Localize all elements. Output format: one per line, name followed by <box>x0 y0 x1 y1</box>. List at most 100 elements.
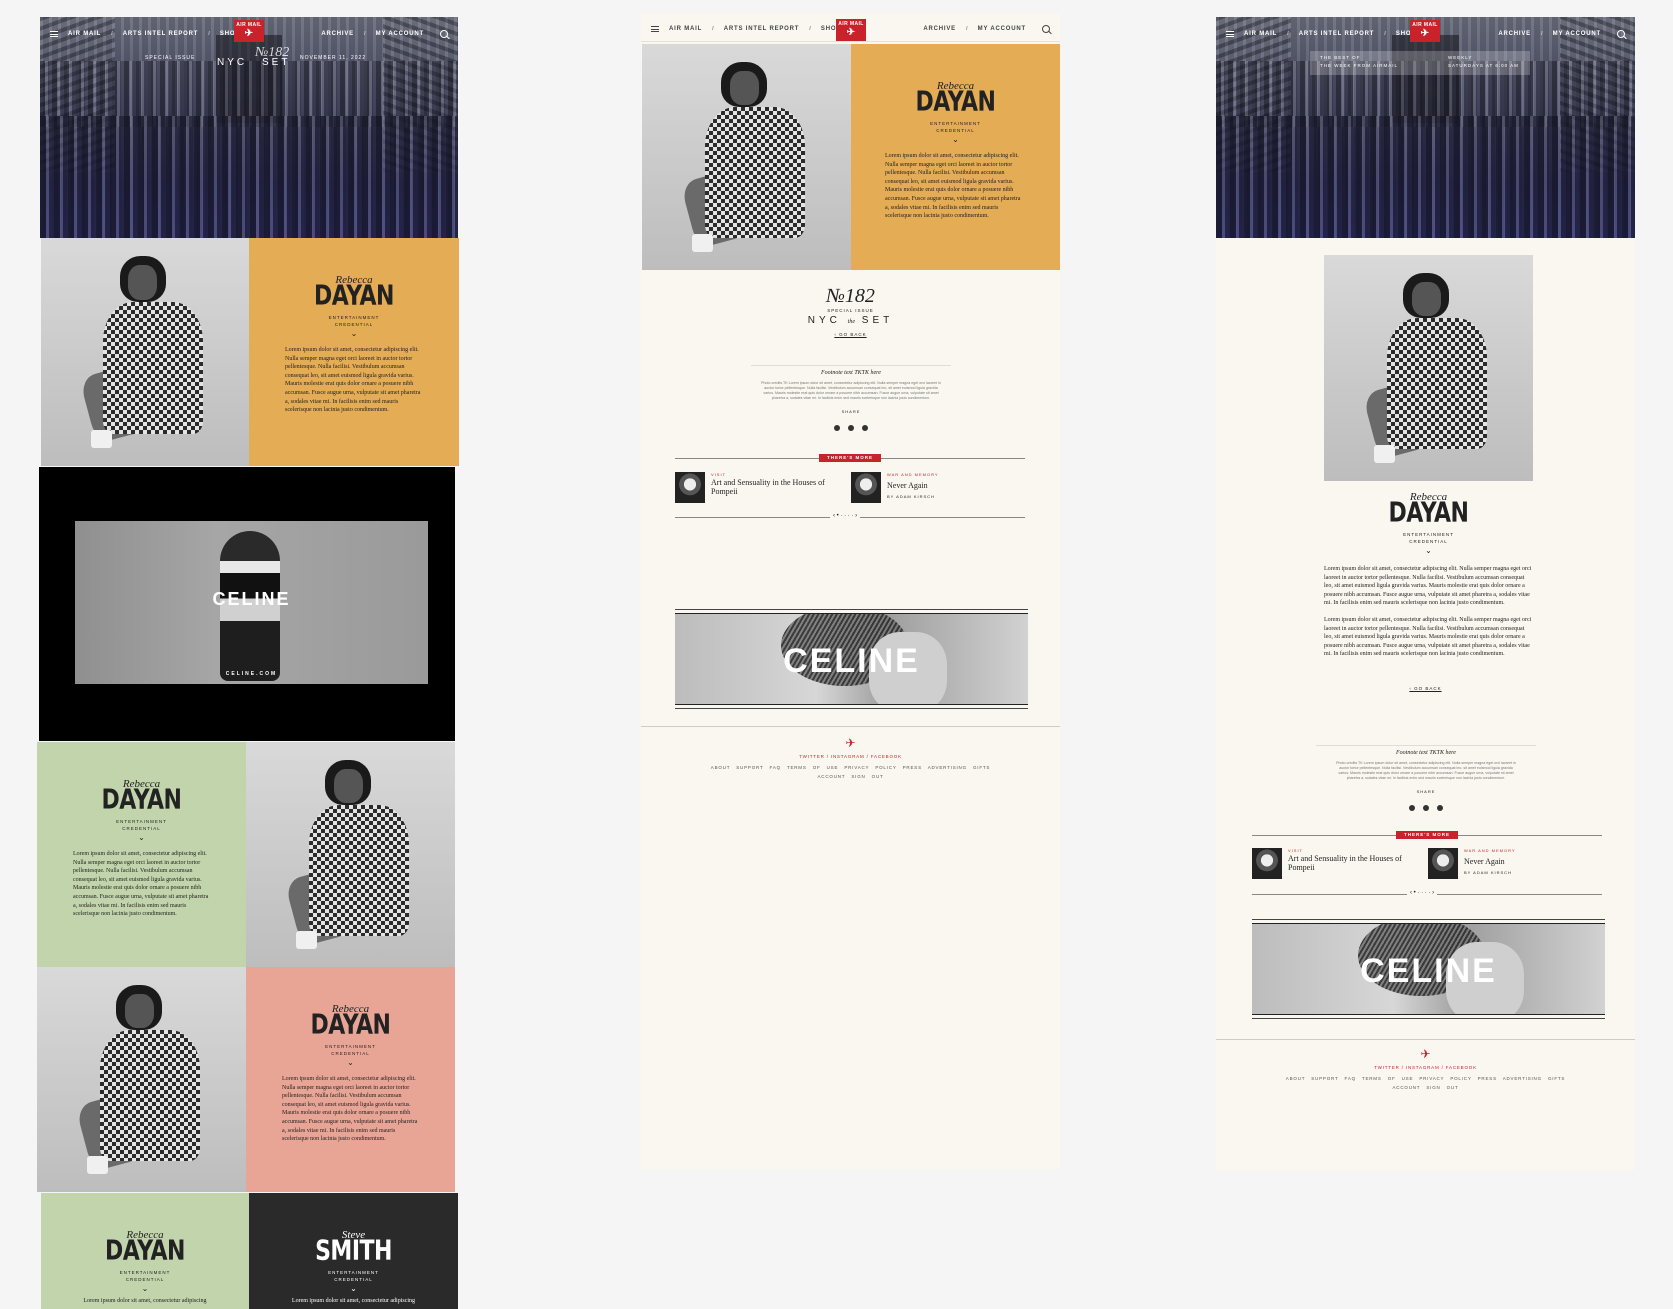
footer-press[interactable]: PRESS <box>903 765 922 770</box>
footer-gifts[interactable]: GIFTS <box>1548 1076 1565 1081</box>
more-title[interactable]: Never Again <box>1464 857 1505 866</box>
article-page-center: AIR MAIL / ARTS INTEL REPORT / SHOP ARCH… <box>641 14 1060 1169</box>
theres-more-ribbon: THERE'S MORE <box>1396 831 1458 839</box>
footer-faq[interactable]: FAQ <box>1345 1076 1356 1081</box>
nav-air-mail[interactable]: AIR MAIL <box>669 26 702 32</box>
footer-privacy[interactable]: PRIVACY POLICY <box>1419 1076 1471 1081</box>
carousel-dots[interactable]: ‹ • · · · · › <box>830 513 861 519</box>
newsletter-overlay[interactable]: THE BEST OF THE WEEK FROM AIRMAIL WEEKLY… <box>1310 51 1530 75</box>
nav-archive[interactable]: ARCHIVE <box>1498 31 1531 37</box>
profile-last-name: SMITH <box>315 1235 392 1268</box>
nav-my-account[interactable]: MY ACCOUNT <box>1553 31 1601 37</box>
nav-my-account[interactable]: MY ACCOUNT <box>978 26 1026 32</box>
more-byline: BY ADAM KIRSCH <box>1464 870 1512 875</box>
footer-instagram[interactable]: INSTAGRAM <box>831 754 865 759</box>
share-email-icon[interactable] <box>834 425 840 431</box>
profile-credential: ENTERTAINMENT CREDENTIAL <box>930 121 981 133</box>
nav-arts-intel[interactable]: ARTS INTEL REPORT <box>123 31 199 37</box>
footer-support[interactable]: SUPPORT <box>1311 1076 1338 1081</box>
profile-last-name: DAYAN <box>1388 497 1469 530</box>
chevron-down-icon[interactable]: ⌄ <box>851 136 1060 144</box>
search-icon[interactable] <box>1617 30 1625 38</box>
chevron-down-icon[interactable]: ⌄ <box>249 1285 458 1293</box>
chevron-down-icon[interactable]: ⌄ <box>1324 547 1533 555</box>
more-title[interactable]: Never Again <box>887 481 928 490</box>
share-twitter-icon[interactable] <box>1423 805 1429 811</box>
air-mail-logo[interactable]: AIR MAIL ✈ <box>234 20 264 42</box>
profile-credential: ENTERTAINMENT CREDENTIAL <box>328 315 380 327</box>
profile-card-green: Rebecca DAYAN ENTERTAINMENT CREDENTIAL ⌄ … <box>37 742 246 967</box>
profile-bio: Lorem ipsum dolor sit amet, consectetur … <box>73 851 209 918</box>
chevron-down-icon[interactable]: ⌄ <box>249 330 459 338</box>
more-item[interactable]: VISIT Art and Sensuality in the Houses o… <box>1252 848 1427 888</box>
nav-arts-intel[interactable]: ARTS INTEL REPORT <box>724 26 800 32</box>
nav-air-mail[interactable]: AIR MAIL <box>68 31 101 37</box>
chevron-down-icon[interactable]: ⌄ <box>246 1059 455 1067</box>
thumbnail[interactable] <box>851 472 881 503</box>
footer-faq[interactable]: FAQ <box>770 765 781 770</box>
carousel-dots[interactable]: ‹ • · · · · › <box>1407 890 1438 896</box>
profile-last-name: DAYAN <box>915 86 996 119</box>
footer-gifts[interactable]: GIFTS <box>973 765 990 770</box>
footer-about[interactable]: ABOUT <box>1286 1076 1305 1081</box>
profile-card-dark: Steve SMITH ENTERTAINMENT CREDENTIAL ⌄ Lo… <box>249 1193 458 1309</box>
thumbnail[interactable] <box>1252 848 1282 879</box>
air-mail-logo[interactable]: AIR MAIL ✈ <box>836 19 866 41</box>
profile-last-name: DAYAN <box>314 280 394 313</box>
issue-the: the <box>847 319 855 325</box>
footer-account[interactable]: ACCOUNT <box>818 774 846 779</box>
footer-advertising[interactable]: ADVERTISING <box>1503 1076 1542 1081</box>
nav-archive[interactable]: ARCHIVE <box>321 31 354 37</box>
more-item[interactable]: WAR AND MEMORY Never Again BY ADAM KIRSC… <box>1428 848 1603 888</box>
more-byline: BY ADAM KIRSCH <box>887 494 935 499</box>
chevron-down-icon[interactable]: ⌄ <box>41 1285 249 1293</box>
thumbnail[interactable] <box>675 472 705 503</box>
ad-url[interactable]: CELINE.COM <box>75 671 428 677</box>
share-twitter-icon[interactable] <box>848 425 854 431</box>
profile-bio: Lorem ipsum dolor sit amet, consectetur … <box>885 153 1021 220</box>
footer-account[interactable]: ACCOUNT <box>1393 1085 1421 1090</box>
footer-instagram[interactable]: INSTAGRAM <box>1406 1065 1440 1070</box>
search-icon[interactable] <box>1042 24 1050 33</box>
profile-credential: ENTERTAINMENT CREDENTIAL <box>328 1270 379 1282</box>
menu-icon[interactable] <box>1226 31 1234 37</box>
menu-icon[interactable] <box>50 31 58 37</box>
nav-archive[interactable]: ARCHIVE <box>923 26 956 32</box>
footer-sign-out[interactable]: SIGN OUT <box>1426 1085 1458 1090</box>
share-facebook-icon[interactable] <box>862 425 868 431</box>
more-title[interactable]: Art and Sensuality in the Houses of Pomp… <box>711 478 841 496</box>
share-email-icon[interactable] <box>1409 805 1415 811</box>
nav-arts-intel[interactable]: ARTS INTEL REPORT <box>1299 31 1375 37</box>
celine-banner-ad[interactable]: CELINE <box>675 613 1028 705</box>
celine-ad[interactable]: CELINE CELINE.COM <box>75 521 428 684</box>
more-kicker: WAR AND MEMORY <box>1464 848 1516 853</box>
footer-twitter[interactable]: TWITTER <box>1374 1065 1400 1070</box>
footer-sign-out[interactable]: SIGN OUT <box>851 774 883 779</box>
go-back-link[interactable]: ‹ GO BACK <box>1216 686 1635 691</box>
footer-advertising[interactable]: ADVERTISING <box>928 765 967 770</box>
menu-icon[interactable] <box>651 25 659 32</box>
footer-facebook[interactable]: FACEBOOK <box>1446 1065 1477 1070</box>
nav-air-mail[interactable]: AIR MAIL <box>1244 31 1277 37</box>
search-icon[interactable] <box>440 30 448 38</box>
footer-support[interactable]: SUPPORT <box>736 765 763 770</box>
air-mail-logo[interactable]: AIR MAIL ✈ <box>1410 20 1440 42</box>
share-facebook-icon[interactable] <box>1437 805 1443 811</box>
nav-my-account[interactable]: MY ACCOUNT <box>376 31 424 37</box>
footer-about[interactable]: ABOUT <box>711 765 730 770</box>
celine-banner-ad[interactable]: CELINE <box>1252 923 1605 1015</box>
more-item[interactable]: WAR AND MEMORY Never Again BY ADAM KIRSC… <box>851 472 1026 512</box>
more-title[interactable]: Art and Sensuality in the Houses of Pomp… <box>1288 854 1418 872</box>
profile-credential: ENTERTAINMENT CREDENTIAL <box>119 1270 171 1282</box>
footer-terms[interactable]: TERMS OF USE <box>1362 1076 1413 1081</box>
thumbnail[interactable] <box>1428 848 1458 879</box>
footer-twitter[interactable]: TWITTER <box>799 754 825 759</box>
chevron-down-icon[interactable]: ⌄ <box>37 834 246 842</box>
footer: ✈ TWITTER / INSTAGRAM / FACEBOOK ABOUT S… <box>641 736 1060 779</box>
more-item[interactable]: VISIT Art and Sensuality in the Houses o… <box>675 472 850 512</box>
footer-privacy[interactable]: PRIVACY POLICY <box>844 765 896 770</box>
go-back-link[interactable]: ‹ GO BACK <box>641 332 1060 337</box>
footer-terms[interactable]: TERMS OF USE <box>787 765 838 770</box>
footer-press[interactable]: PRESS <box>1478 1076 1497 1081</box>
footer-facebook[interactable]: FACEBOOK <box>871 754 902 759</box>
